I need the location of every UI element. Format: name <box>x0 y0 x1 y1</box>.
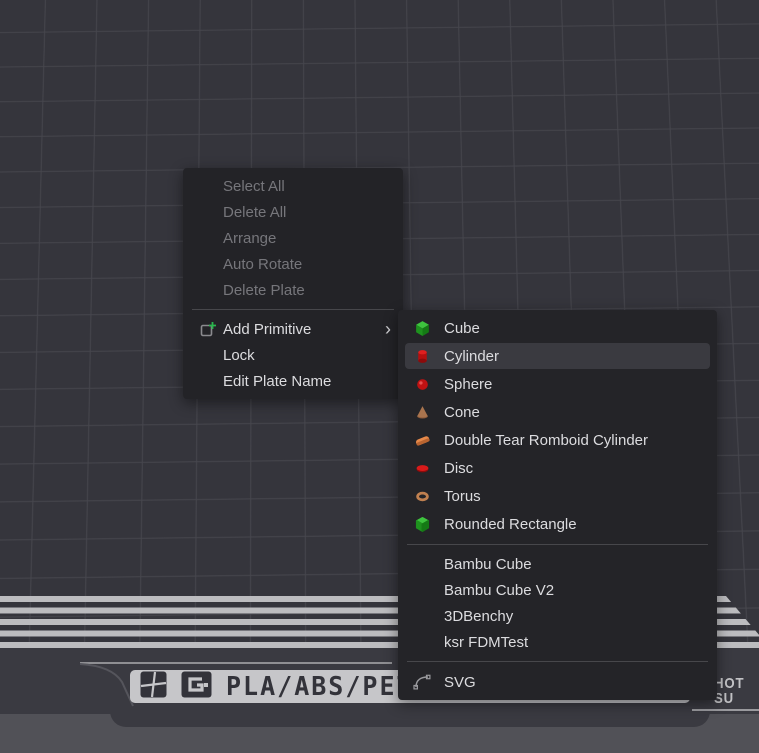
menu-item-delete-all: Delete All <box>183 199 403 225</box>
viewport-3d[interactable]: PLA/ABS/PETG HOT SU Select AllDelete All… <box>0 0 759 753</box>
rounded-rectangle-icon <box>410 516 434 533</box>
svg-bezier-icon <box>410 674 434 691</box>
menu-item-label: Double Tear Romboid Cylinder <box>444 432 717 449</box>
menu-item-label: 3DBenchy <box>444 608 717 625</box>
menu-separator <box>407 544 708 545</box>
menu-item-label: Cylinder <box>444 348 717 365</box>
menu-item-disc[interactable]: Disc <box>398 454 717 482</box>
menu-item-label: ksr FDMTest <box>444 634 717 651</box>
menu-item-label: Bambu Cube <box>444 556 717 573</box>
romboid-cylinder-icon <box>410 432 434 449</box>
menu-item-label: Sphere <box>444 376 717 393</box>
menu-item-label: Select All <box>223 178 403 195</box>
menu-item-label: Auto Rotate <box>223 256 403 273</box>
handy-logo <box>181 671 212 703</box>
torus-icon <box>410 488 434 505</box>
menu-item-bambu-cube[interactable]: Bambu Cube <box>398 551 717 577</box>
menu-separator <box>192 309 394 310</box>
bambu-lab-logo <box>140 671 167 703</box>
hot-surface-warning-text: HOT SU <box>714 676 745 706</box>
menu-item-add-primitive[interactable]: Add Primitive› <box>183 316 403 342</box>
menu-item-double-tear-romboid-cylinder[interactable]: Double Tear Romboid Cylinder <box>398 426 717 454</box>
disc-icon <box>410 460 434 477</box>
menu-item-label: Lock <box>223 347 403 364</box>
menu-item-label: Edit Plate Name <box>223 373 403 390</box>
menu-item-3dbenchy[interactable]: 3DBenchy <box>398 603 717 629</box>
menu-item-auto-rotate: Auto Rotate <box>183 251 403 277</box>
menu-item-torus[interactable]: Torus <box>398 482 717 510</box>
menu-item-label: SVG <box>444 674 717 691</box>
menu-item-label: Delete Plate <box>223 282 403 299</box>
menu-item-label: Torus <box>444 488 717 505</box>
cylinder-icon <box>410 348 434 365</box>
menu-item-label: Delete All <box>223 204 403 221</box>
chevron-right-icon: › <box>385 320 391 338</box>
menu-item-select-all: Select All <box>183 173 403 199</box>
menu-item-label: Cone <box>444 404 717 421</box>
menu-item-cone[interactable]: Cone <box>398 398 717 426</box>
menu-separator <box>407 661 708 662</box>
add-primitive-icon <box>193 321 223 338</box>
menu-item-svg[interactable]: SVG <box>398 668 717 696</box>
menu-item-sphere[interactable]: Sphere <box>398 370 717 398</box>
plate-edge-line <box>692 709 759 711</box>
menu-item-rounded-rectangle[interactable]: Rounded Rectangle <box>398 510 717 538</box>
menu-item-label: Add Primitive <box>223 321 385 338</box>
menu-item-edit-plate-name[interactable]: Edit Plate Name <box>183 368 403 394</box>
add-primitive-submenu: Cube Cylinder Sphere Cone Double Tear Romboi… <box>398 310 717 700</box>
menu-item-lock[interactable]: Lock <box>183 342 403 368</box>
cube-icon <box>410 320 434 337</box>
menu-item-ksr-fdmtest[interactable]: ksr FDMTest <box>398 629 717 655</box>
menu-item-delete-plate: Delete Plate <box>183 277 403 303</box>
menu-item-arrange: Arrange <box>183 225 403 251</box>
menu-item-label: Cube <box>444 320 717 337</box>
menu-item-bambu-cube-v2[interactable]: Bambu Cube V2 <box>398 577 717 603</box>
cone-icon <box>410 404 434 421</box>
plate-context-menu: Select All Delete All Arrange Auto Rotate De… <box>183 168 403 399</box>
menu-item-cube[interactable]: Cube <box>398 314 717 342</box>
menu-item-label: Arrange <box>223 230 403 247</box>
sphere-icon <box>410 376 434 393</box>
menu-item-label: Bambu Cube V2 <box>444 582 717 599</box>
menu-item-label: Disc <box>444 460 717 477</box>
menu-item-cylinder[interactable]: Cylinder <box>398 342 717 370</box>
menu-item-label: Rounded Rectangle <box>444 516 717 533</box>
